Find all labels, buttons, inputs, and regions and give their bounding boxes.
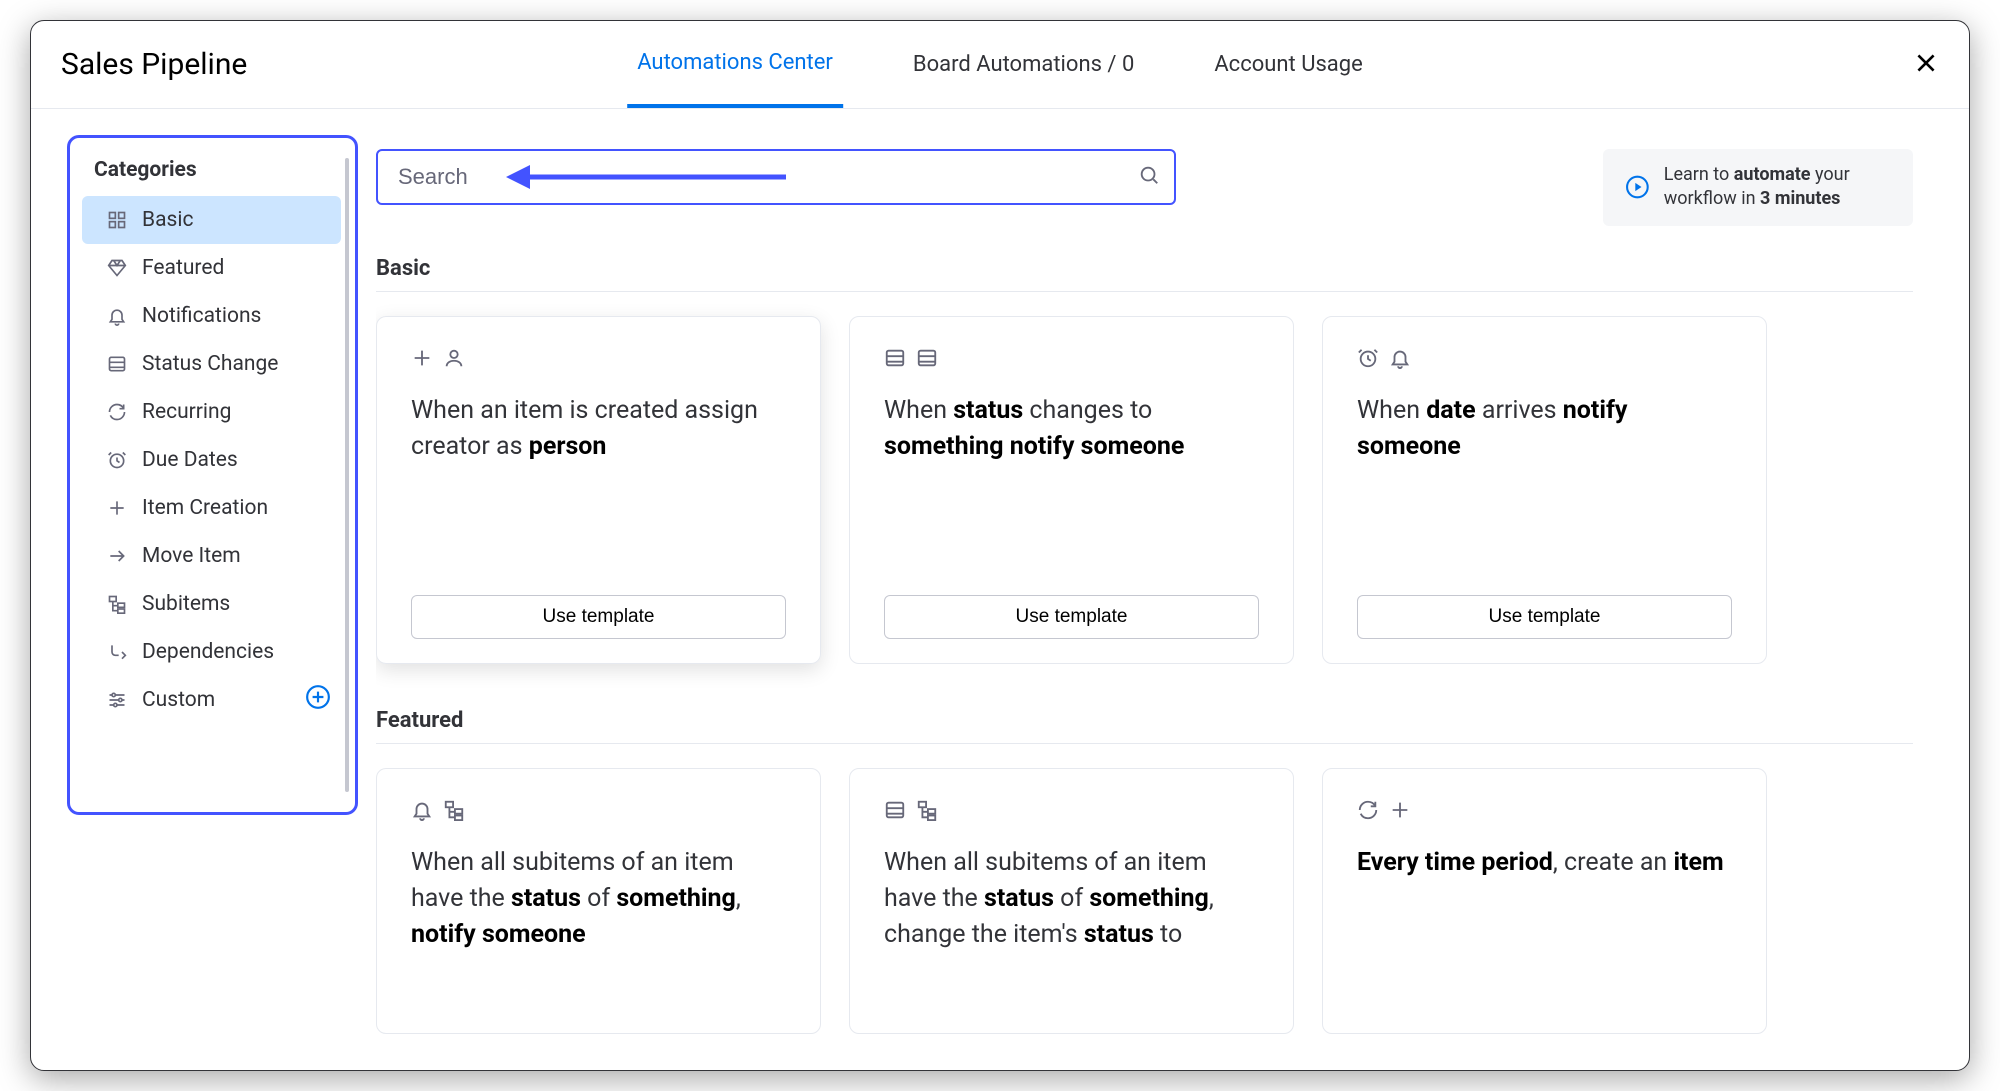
template-text: Every time period, create an item <box>1357 845 1732 881</box>
sidebar-item-move-item[interactable]: Move Item <box>82 532 341 580</box>
template-card[interactable]: When an item is created assign creator a… <box>376 316 821 664</box>
page-title: Sales Pipeline <box>61 47 247 82</box>
tab-automations-center[interactable]: Automations Center <box>627 21 843 108</box>
featured-cards: When all subitems of an item have the st… <box>376 768 1913 1034</box>
sidebar-item-label: Status Change <box>142 352 278 376</box>
list-icon <box>916 347 938 369</box>
use-template-button[interactable]: Use template <box>1357 595 1732 639</box>
sidebar-item-featured[interactable]: Featured <box>82 244 341 292</box>
alarm-icon <box>1357 347 1379 369</box>
bell-icon <box>106 305 128 327</box>
grid-icon <box>106 209 128 231</box>
sidebar-item-label: Dependencies <box>142 640 274 664</box>
subitems-icon <box>916 799 938 821</box>
add-custom-button[interactable] <box>305 684 331 716</box>
sidebar-item-subitems[interactable]: Subitems <box>82 580 341 628</box>
sidebar-item-label: Basic <box>142 208 193 232</box>
template-card[interactable]: When all subitems of an item have the st… <box>849 768 1294 1034</box>
template-card[interactable]: When status changes to something notify … <box>849 316 1294 664</box>
list-icon <box>884 347 906 369</box>
sidebar-item-label: Featured <box>142 256 224 280</box>
sidebar-item-dependencies[interactable]: Dependencies <box>82 628 341 676</box>
sliders-icon <box>106 689 128 711</box>
sidebar-item-basic[interactable]: Basic <box>82 196 341 244</box>
dependency-icon <box>106 641 128 663</box>
sidebar-item-due-dates[interactable]: Due Dates <box>82 436 341 484</box>
search-icon <box>1138 164 1160 190</box>
close-icon <box>1913 50 1939 76</box>
play-circle-icon <box>1625 167 1650 207</box>
template-text: When all subitems of an item have the st… <box>884 845 1259 954</box>
bell-icon <box>1389 347 1411 369</box>
automations-center-window: Sales Pipeline Automations Center Board … <box>30 20 1970 1071</box>
header: Sales Pipeline Automations Center Board … <box>31 21 1969 109</box>
refresh-icon <box>106 401 128 423</box>
template-text: When status changes to something notify … <box>884 393 1259 466</box>
sidebar: Categories Basic Featured Notifications … <box>67 135 358 815</box>
template-card[interactable]: Every time period, create an item <box>1322 768 1767 1034</box>
tab-account-usage[interactable]: Account Usage <box>1204 21 1372 108</box>
sidebar-item-label: Item Creation <box>142 496 268 520</box>
list-icon <box>106 353 128 375</box>
search-wrap <box>376 149 1176 205</box>
sidebar-item-label: Recurring <box>142 400 231 424</box>
arrow-right-icon <box>106 545 128 567</box>
use-template-button[interactable]: Use template <box>884 595 1259 639</box>
sidebar-item-status-change[interactable]: Status Change <box>82 340 341 388</box>
bell-icon <box>411 799 433 821</box>
template-text: When date arrives notify someone <box>1357 393 1732 466</box>
plus-circle-icon <box>305 684 331 710</box>
sidebar-item-item-creation[interactable]: Item Creation <box>82 484 341 532</box>
tabs: Automations Center Board Automations / 0… <box>627 21 1373 108</box>
person-icon <box>443 347 465 369</box>
section-title-basic: Basic <box>376 256 1913 292</box>
sidebar-item-recurring[interactable]: Recurring <box>82 388 341 436</box>
search-input[interactable] <box>376 149 1176 205</box>
sidebar-item-label: Due Dates <box>142 448 238 472</box>
diamond-icon <box>106 257 128 279</box>
sidebar-item-label: Notifications <box>142 304 261 328</box>
sidebar-item-custom[interactable]: Custom <box>82 676 341 724</box>
plus-icon <box>1389 799 1411 821</box>
tab-board-automations[interactable]: Board Automations / 0 <box>903 21 1144 108</box>
plus-icon <box>106 497 128 519</box>
close-button[interactable] <box>1913 50 1939 80</box>
sidebar-item-label: Move Item <box>142 544 241 568</box>
use-template-button[interactable]: Use template <box>411 595 786 639</box>
template-text: When an item is created assign creator a… <box>411 393 786 466</box>
sidebar-panel: Categories Basic Featured Notifications … <box>31 109 376 1070</box>
sidebar-item-notifications[interactable]: Notifications <box>82 292 341 340</box>
sidebar-item-label: Subitems <box>142 592 230 616</box>
learn-text: Learn to automate your workflow in 3 min… <box>1664 163 1891 212</box>
basic-cards: When an item is created assign creator a… <box>376 316 1913 664</box>
sidebar-title: Categories <box>70 158 355 196</box>
template-card[interactable]: When date arrives notify someone Use tem… <box>1322 316 1767 664</box>
template-text: When all subitems of an item have the st… <box>411 845 786 954</box>
list-icon <box>884 799 906 821</box>
section-title-featured: Featured <box>376 708 1913 744</box>
alarm-icon <box>106 449 128 471</box>
plus-icon <box>411 347 433 369</box>
refresh-icon <box>1357 799 1379 821</box>
learn-automate-card[interactable]: Learn to automate your workflow in 3 min… <box>1603 149 1913 226</box>
sidebar-scrollbar[interactable] <box>345 158 349 792</box>
sidebar-item-label: Custom <box>142 688 215 712</box>
template-card[interactable]: When all subitems of an item have the st… <box>376 768 821 1034</box>
main-panel: Learn to automate your workflow in 3 min… <box>376 109 1969 1070</box>
subitems-icon <box>443 799 465 821</box>
subitems-icon <box>106 593 128 615</box>
